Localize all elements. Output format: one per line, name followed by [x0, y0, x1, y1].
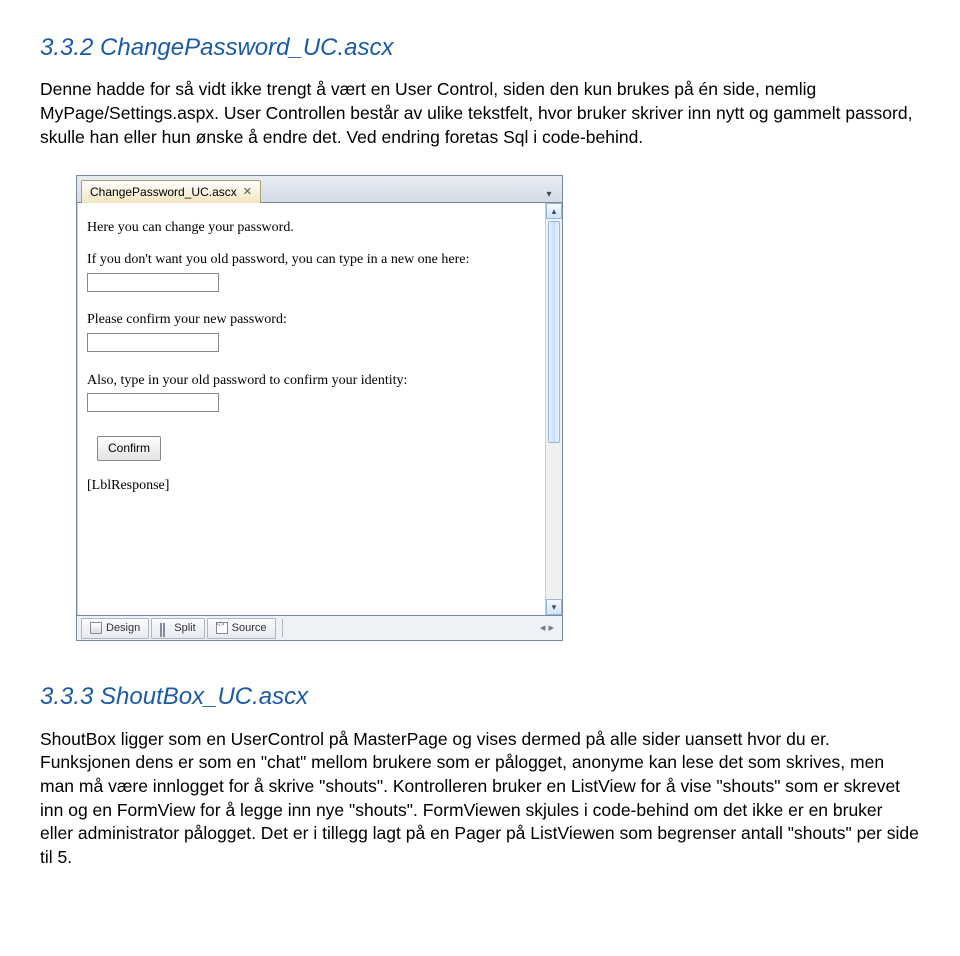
text-line-confirm-password: Please confirm your new password:	[87, 309, 535, 331]
source-view-icon	[216, 622, 228, 634]
ide-tab-bar: ChangePassword_UC.ascx ✕ ▾	[77, 176, 562, 203]
confirm-button[interactable]: Confirm	[97, 436, 161, 461]
close-icon[interactable]: ✕	[243, 185, 252, 200]
view-source-button[interactable]: Source	[207, 618, 276, 639]
ide-editor-body: Here you can change your password. If yo…	[77, 203, 562, 615]
split-view-icon	[160, 623, 170, 633]
view-design-button[interactable]: Design	[81, 618, 149, 639]
status-divider	[282, 619, 283, 637]
scroll-up-arrow-icon[interactable]: ▴	[546, 203, 562, 219]
breadcrumb-scroll-icon[interactable]: ◂ ▸	[540, 621, 558, 636]
confirm-password-field[interactable]	[87, 333, 219, 352]
section-heading-shoutbox: 3.3.3 ShoutBox_UC.ascx	[40, 681, 920, 713]
section-paragraph-shoutbox: ShoutBox ligger som en UserControl på Ma…	[40, 728, 920, 870]
tab-overflow-dropdown[interactable]: ▾	[542, 188, 556, 202]
section-heading-change-password: 3.3.2 ChangePassword_UC.ascx	[40, 32, 920, 64]
view-split-button[interactable]: Split	[151, 618, 204, 639]
scroll-down-arrow-icon[interactable]: ▾	[546, 599, 562, 615]
section-paragraph-change-password: Denne hadde for så vidt ikke trengt å væ…	[40, 78, 920, 149]
designer-canvas: Here you can change your password. If yo…	[77, 203, 545, 615]
vertical-scrollbar[interactable]: ▴ ▾	[545, 203, 562, 615]
ide-view-switcher: Design Split Source ◂ ▸	[77, 615, 562, 640]
new-password-field[interactable]	[87, 273, 219, 292]
view-source-label: Source	[232, 621, 267, 636]
design-view-icon	[90, 622, 102, 634]
view-split-label: Split	[174, 621, 195, 636]
text-line-intro: Here you can change your password.	[87, 217, 535, 239]
scroll-thumb[interactable]	[548, 221, 560, 443]
old-password-field[interactable]	[87, 393, 219, 412]
view-design-label: Design	[106, 621, 140, 636]
text-line-old-password: Also, type in your old password to confi…	[87, 370, 535, 392]
tab-label: ChangePassword_UC.ascx	[90, 184, 237, 200]
text-line-new-password: If you don't want you old password, you …	[87, 249, 535, 271]
label-response-placeholder: [LblResponse]	[87, 475, 535, 497]
tab-change-password-file[interactable]: ChangePassword_UC.ascx ✕	[81, 180, 261, 203]
ide-window: ChangePassword_UC.ascx ✕ ▾ Here you can …	[76, 175, 563, 641]
